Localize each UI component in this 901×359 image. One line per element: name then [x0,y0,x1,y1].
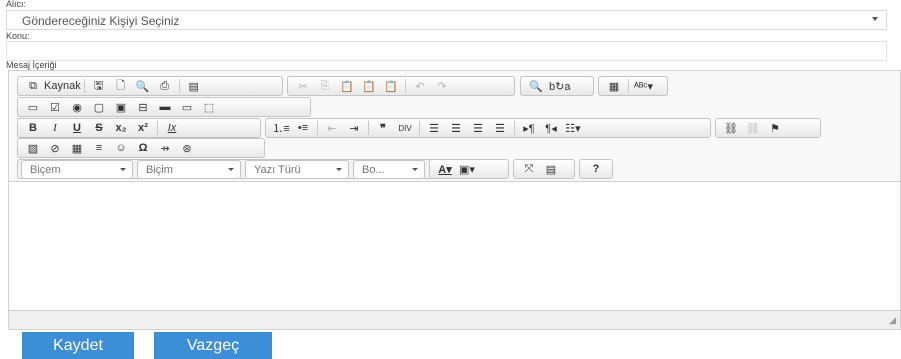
italic-icon[interactable]: I [46,120,64,136]
indent-icon[interactable]: ⇥ [345,120,363,136]
format-combo[interactable]: Biçim [137,160,241,179]
toolbar-group-clipboard: ✂ ⎘ 📋 📋 📋 ↶ ↷ [287,76,515,96]
numbered-list-icon[interactable]: ⒈≡ [272,120,290,136]
blockquote-icon[interactable]: ❞ [374,120,392,136]
toolbar-group-forms: ▭ ☑ ◉ ▢ ▣ ⊟ ▬ ▭ ⬚ [17,97,311,117]
toolbar-group-insert: ▨ ⊘ ▦ ≡ ☺ Ω ⇸ ⊛ [17,138,265,158]
rich-text-editor: ⧉ Kaynak 🖫 🗋 🔍 ⎙ ▤ ✂ ⎘ 📋 📋 📋 ↶ ↷ 🔍 b↻a ▦ [8,70,901,330]
align-left-icon[interactable]: ☰ [425,120,443,136]
styles-combo[interactable]: Biçem [21,160,133,179]
source-icon[interactable]: ⧉ [24,78,42,94]
underline-icon[interactable]: U [68,120,86,136]
toolbar-group-basicstyles: B I U S x₂ x² Ix [17,118,261,138]
align-right-icon[interactable]: ☰ [469,120,487,136]
copy-icon[interactable]: ⎘ [316,78,334,94]
align-center-icon[interactable]: ☰ [447,120,465,136]
toolbar-group-spell: ▦ ᴬᴮᶜ▾ [598,76,668,96]
rtl-icon[interactable]: ¶◂ [542,120,560,136]
message-label: Mesaj İçeriği [6,60,57,70]
cut-icon[interactable]: ✂ [294,78,312,94]
select-field-icon[interactable]: ⊟ [134,99,152,115]
horizontal-line-icon[interactable]: ≡ [90,140,108,156]
toolbar-group-find: 🔍 b↻a [520,76,594,96]
toolbar-group-paragraph: ⒈≡ •≡ ⇤ ⇥ ❞ DIV ☰ ☰ ☰ ☰ ▸¶ ¶◂ ☷▾ [265,118,711,138]
new-page-icon[interactable]: 🗋 [112,78,130,94]
toolbar-group-document: ⧉ Kaynak 🖫 🗋 🔍 ⎙ ▤ [17,76,283,96]
chevron-down-icon [120,168,126,171]
toolbar-group-tools: ⤧ ▤ [513,159,575,179]
save-icon[interactable]: 🖫 [90,78,108,94]
checkbox-icon[interactable]: ☑ [46,99,64,115]
radio-icon[interactable]: ◉ [68,99,86,115]
toolbar-group-links: ⛓ ⛓ ⚑ [715,118,821,138]
select-all-icon[interactable]: ▦ [605,78,623,94]
textarea-icon[interactable]: ▣ [112,99,130,115]
editor-content-area[interactable] [9,182,900,311]
form-icon[interactable]: ▭ [24,99,42,115]
hidden-field-icon[interactable]: ⬚ [200,99,218,115]
paste-text-icon[interactable]: 📋 [360,78,378,94]
paste-word-icon[interactable]: 📋 [382,78,400,94]
link-icon[interactable]: ⛓ [722,120,740,136]
text-color-icon[interactable]: A▾ [436,161,454,177]
toolbar-group-about: ? [579,159,613,179]
page-break-icon[interactable]: ⇸ [156,140,174,156]
table-icon[interactable]: ▦ [68,140,86,156]
bulleted-list-icon[interactable]: •≡ [294,120,312,136]
chevron-down-icon [872,17,878,21]
ltr-icon[interactable]: ▸¶ [520,120,538,136]
bold-icon[interactable]: B [24,120,42,136]
editor-toolbar-area: ⧉ Kaynak 🖫 🗋 🔍 ⎙ ▤ ✂ ⎘ 📋 📋 📋 ↶ ↷ 🔍 b↻a ▦ [9,71,900,182]
language-icon[interactable]: ☷▾ [564,120,582,136]
div-icon[interactable]: DIV [396,120,414,136]
subscript-icon[interactable]: x₂ [112,120,130,136]
replace-icon[interactable]: b↻a [549,78,570,94]
subject-input[interactable] [6,41,887,61]
image-button-icon[interactable]: ▭ [178,99,196,115]
font-size-combo[interactable]: Bo... [353,160,425,179]
outdent-icon[interactable]: ⇤ [323,120,341,136]
subject-label: Konu: [6,31,30,41]
recipient-select[interactable]: Göndereceğiniz Kişiyi Seçiniz [6,10,887,30]
toolbar-group-colors: A▾ ▣▾ [429,159,509,179]
superscript-icon[interactable]: x² [134,120,152,136]
justify-icon[interactable]: ☰ [491,120,509,136]
templates-icon[interactable]: ▤ [185,78,203,94]
source-button-label[interactable]: Kaynak [44,80,81,92]
save-button[interactable]: Kaydet [22,332,134,359]
text-field-icon[interactable]: ▢ [90,99,108,115]
remove-format-icon[interactable]: Ix [163,120,181,136]
paste-icon[interactable]: 📋 [338,78,356,94]
maximize-icon[interactable]: ⤧ [520,161,538,177]
preview-icon[interactable]: 🔍 [134,78,152,94]
bg-color-icon[interactable]: ▣▾ [458,161,476,177]
undo-icon[interactable]: ↶ [411,78,429,94]
resize-handle-icon[interactable]: ◢ [889,315,896,326]
find-icon[interactable]: 🔍 [527,78,545,94]
show-blocks-icon[interactable]: ▤ [542,161,560,177]
spellcheck-icon[interactable]: ᴬᴮᶜ▾ [634,78,653,94]
font-combo[interactable]: Yazı Türü [245,160,349,179]
iframe-icon[interactable]: ⊛ [178,140,196,156]
flash-icon[interactable]: ⊘ [46,140,64,156]
help-icon[interactable]: ? [587,161,605,177]
chevron-down-icon [336,168,342,171]
image-icon[interactable]: ▨ [24,140,42,156]
unlink-icon[interactable]: ⛓ [744,120,762,136]
smiley-icon[interactable]: ☺ [112,140,130,156]
recipient-select-value: Göndereceğiniz Kişiyi Seçiniz [22,14,180,28]
special-char-icon[interactable]: Ω [134,140,152,156]
cancel-button[interactable]: Vazgeç [154,332,272,359]
print-icon[interactable]: ⎙ [156,78,174,94]
button-field-icon[interactable]: ▬ [156,99,174,115]
recipient-label: Alıcı: [6,0,27,9]
anchor-icon[interactable]: ⚑ [766,120,784,136]
chevron-down-icon [412,168,418,171]
chevron-down-icon [228,168,234,171]
editor-status-bar: ◢ [9,310,900,329]
strikethrough-icon[interactable]: S [90,120,108,136]
redo-icon[interactable]: ↷ [433,78,451,94]
